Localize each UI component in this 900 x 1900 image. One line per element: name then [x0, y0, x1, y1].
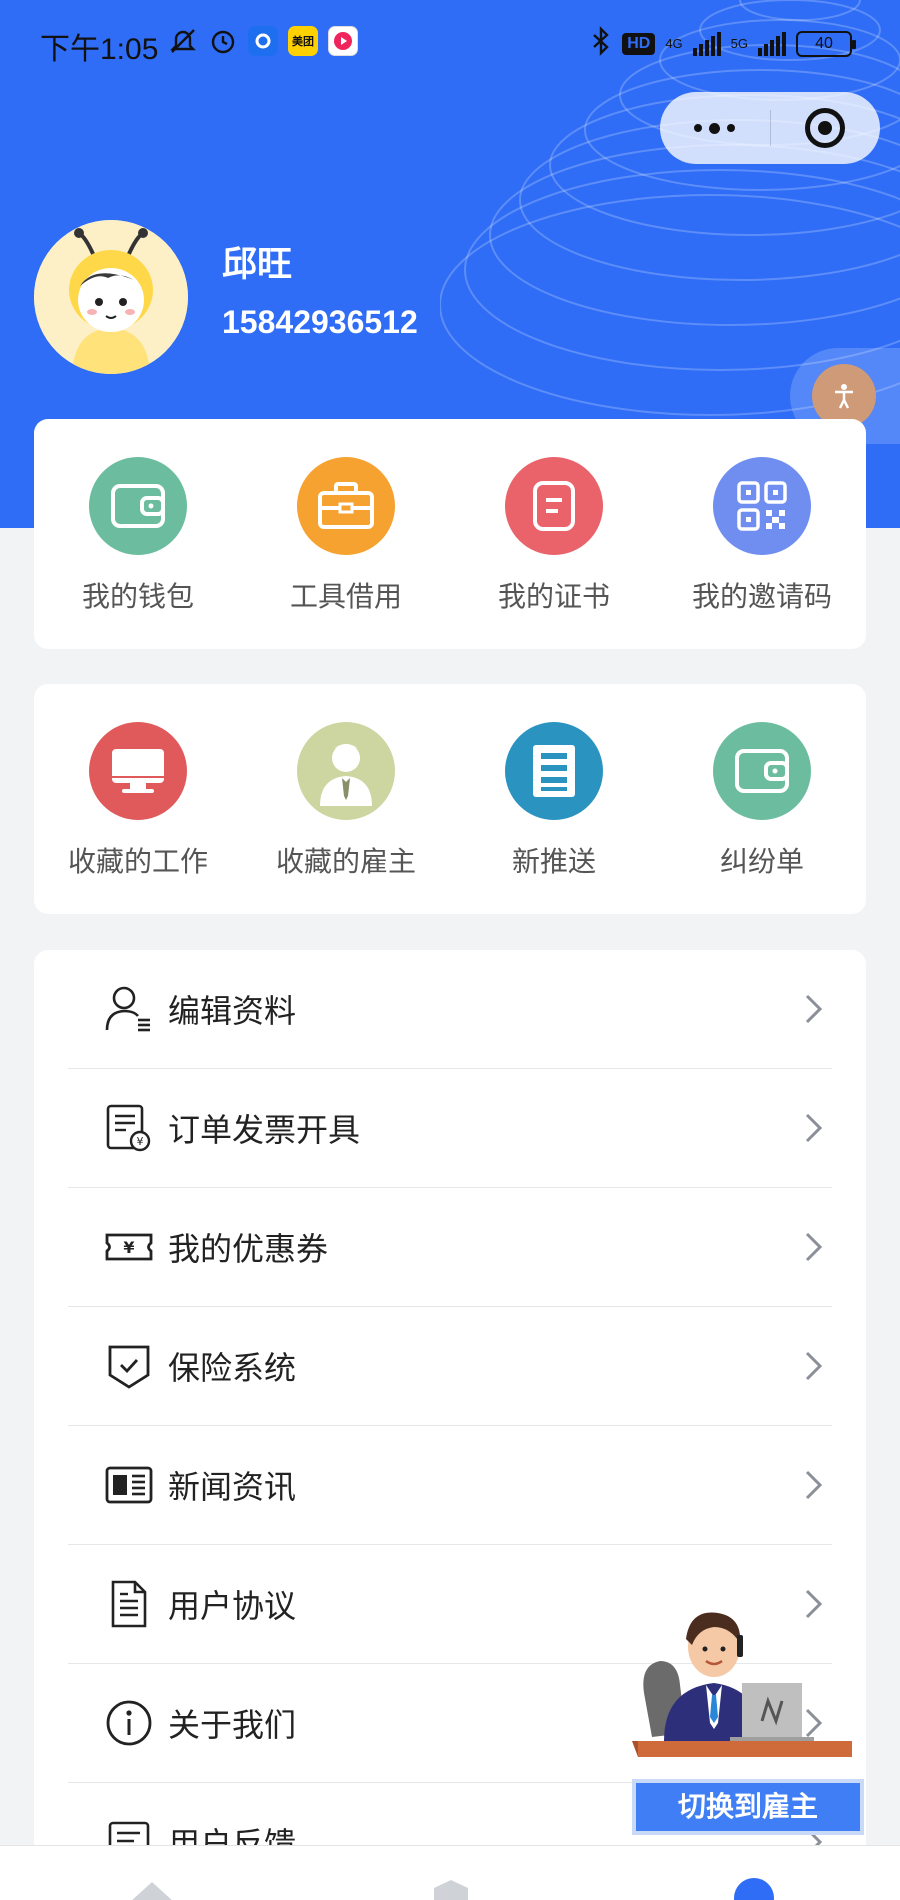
chevron-right-icon — [796, 992, 830, 1026]
menu-item-invoice[interactable]: ¥ 订单发票开具 — [68, 1069, 832, 1188]
document-icon — [505, 722, 603, 820]
user-name: 邱旺 — [222, 236, 292, 287]
edit-profile-icon — [104, 984, 154, 1034]
toolbox-icon — [297, 457, 395, 555]
battery-indicator: 40 — [796, 31, 852, 57]
quick-actions-card: 我的钱包 工具借用 我的证书 我的邀请码 — [34, 419, 866, 649]
chevron-right-icon — [796, 1111, 830, 1145]
close-miniprogram-button[interactable] — [771, 92, 881, 164]
network-5g: 5G — [731, 37, 748, 50]
more-menu-button[interactable] — [660, 92, 770, 164]
certificate-button[interactable]: 我的证书 — [450, 457, 658, 649]
status-bar: 下午1:05 美团 HD 4G 5G 40 — [0, 0, 900, 90]
wallet-label: 我的钱包 — [82, 575, 194, 615]
meituan-icon: 美团 — [288, 26, 318, 56]
news-icon — [104, 1460, 154, 1510]
certificate-icon — [505, 457, 603, 555]
menu-label: 我的优惠券 — [168, 1224, 328, 1270]
target-icon — [805, 108, 845, 148]
status-time: 下午1:05 — [40, 24, 158, 68]
profile-tab-icon[interactable] — [730, 1876, 778, 1900]
chevron-right-icon — [796, 1468, 830, 1502]
mute-icon — [168, 26, 198, 56]
invoice-icon: ¥ — [104, 1103, 154, 1153]
user-phone: 15842936512 — [222, 304, 418, 341]
video-app-icon — [328, 26, 358, 56]
invite-code-button[interactable]: 我的邀请码 — [658, 457, 866, 649]
home-tab-icon[interactable] — [122, 1876, 182, 1900]
work-tab-icon[interactable] — [428, 1876, 474, 1900]
menu-label: 保险系统 — [168, 1343, 296, 1389]
menu-item-coupons[interactable]: ¥ 我的优惠券 — [68, 1188, 832, 1307]
menu-item-insurance[interactable]: 保险系统 — [68, 1307, 832, 1426]
bottom-tab-bar — [0, 1845, 900, 1900]
menu-label: 编辑资料 — [168, 986, 296, 1032]
saved-employers-label: 收藏的雇主 — [276, 840, 416, 880]
agreement-icon — [104, 1579, 154, 1629]
network-4g: 4G — [665, 37, 682, 50]
switch-to-employer-button[interactable]: 切换到雇主 — [632, 1779, 864, 1835]
chevron-right-icon — [796, 1230, 830, 1264]
wallet-icon — [89, 457, 187, 555]
new-push-button[interactable]: 新推送 — [450, 722, 658, 914]
menu-label: 关于我们 — [168, 1700, 296, 1746]
menu-label: 订单发票开具 — [168, 1105, 360, 1151]
app-notification-icon — [248, 26, 278, 56]
svg-text:¥: ¥ — [123, 1238, 134, 1257]
shield-check-icon — [104, 1341, 154, 1391]
saved-jobs-button[interactable]: 收藏的工作 — [34, 722, 242, 914]
tool-borrow-button[interactable]: 工具借用 — [242, 457, 450, 649]
wallet-button[interactable]: 我的钱包 — [34, 457, 242, 649]
coupon-icon: ¥ — [104, 1222, 154, 1272]
businessman-icon — [297, 722, 395, 820]
new-push-label: 新推送 — [512, 840, 596, 880]
chevron-right-icon — [796, 1349, 830, 1383]
signal-icon — [693, 32, 721, 56]
alarm-icon — [208, 26, 238, 56]
dispute-label: 纠纷单 — [720, 840, 804, 880]
menu-item-edit-profile[interactable]: 编辑资料 — [68, 950, 832, 1069]
signal-icon — [758, 32, 786, 56]
dispute-button[interactable]: 纠纷单 — [658, 722, 866, 914]
hd-badge: HD — [622, 33, 655, 55]
wallet-icon — [713, 722, 811, 820]
miniprogram-capsule — [660, 92, 880, 164]
invite-code-label: 我的邀请码 — [692, 575, 832, 615]
saved-jobs-label: 收藏的工作 — [68, 840, 208, 880]
favorites-card: 收藏的工作 收藏的雇主 新推送 纠纷单 — [34, 684, 866, 914]
svg-text:¥: ¥ — [137, 1135, 144, 1148]
tool-borrow-label: 工具借用 — [290, 575, 402, 615]
saved-employers-button[interactable]: 收藏的雇主 — [242, 722, 450, 914]
monitor-icon — [89, 722, 187, 820]
qrcode-icon — [713, 457, 811, 555]
menu-label: 用户协议 — [168, 1581, 296, 1627]
avatar[interactable] — [34, 220, 188, 374]
bluetooth-icon — [590, 26, 612, 61]
menu-label: 新闻资讯 — [168, 1462, 296, 1508]
info-icon — [104, 1698, 154, 1748]
menu-item-news[interactable]: 新闻资讯 — [68, 1426, 832, 1545]
certificate-label: 我的证书 — [498, 575, 610, 615]
